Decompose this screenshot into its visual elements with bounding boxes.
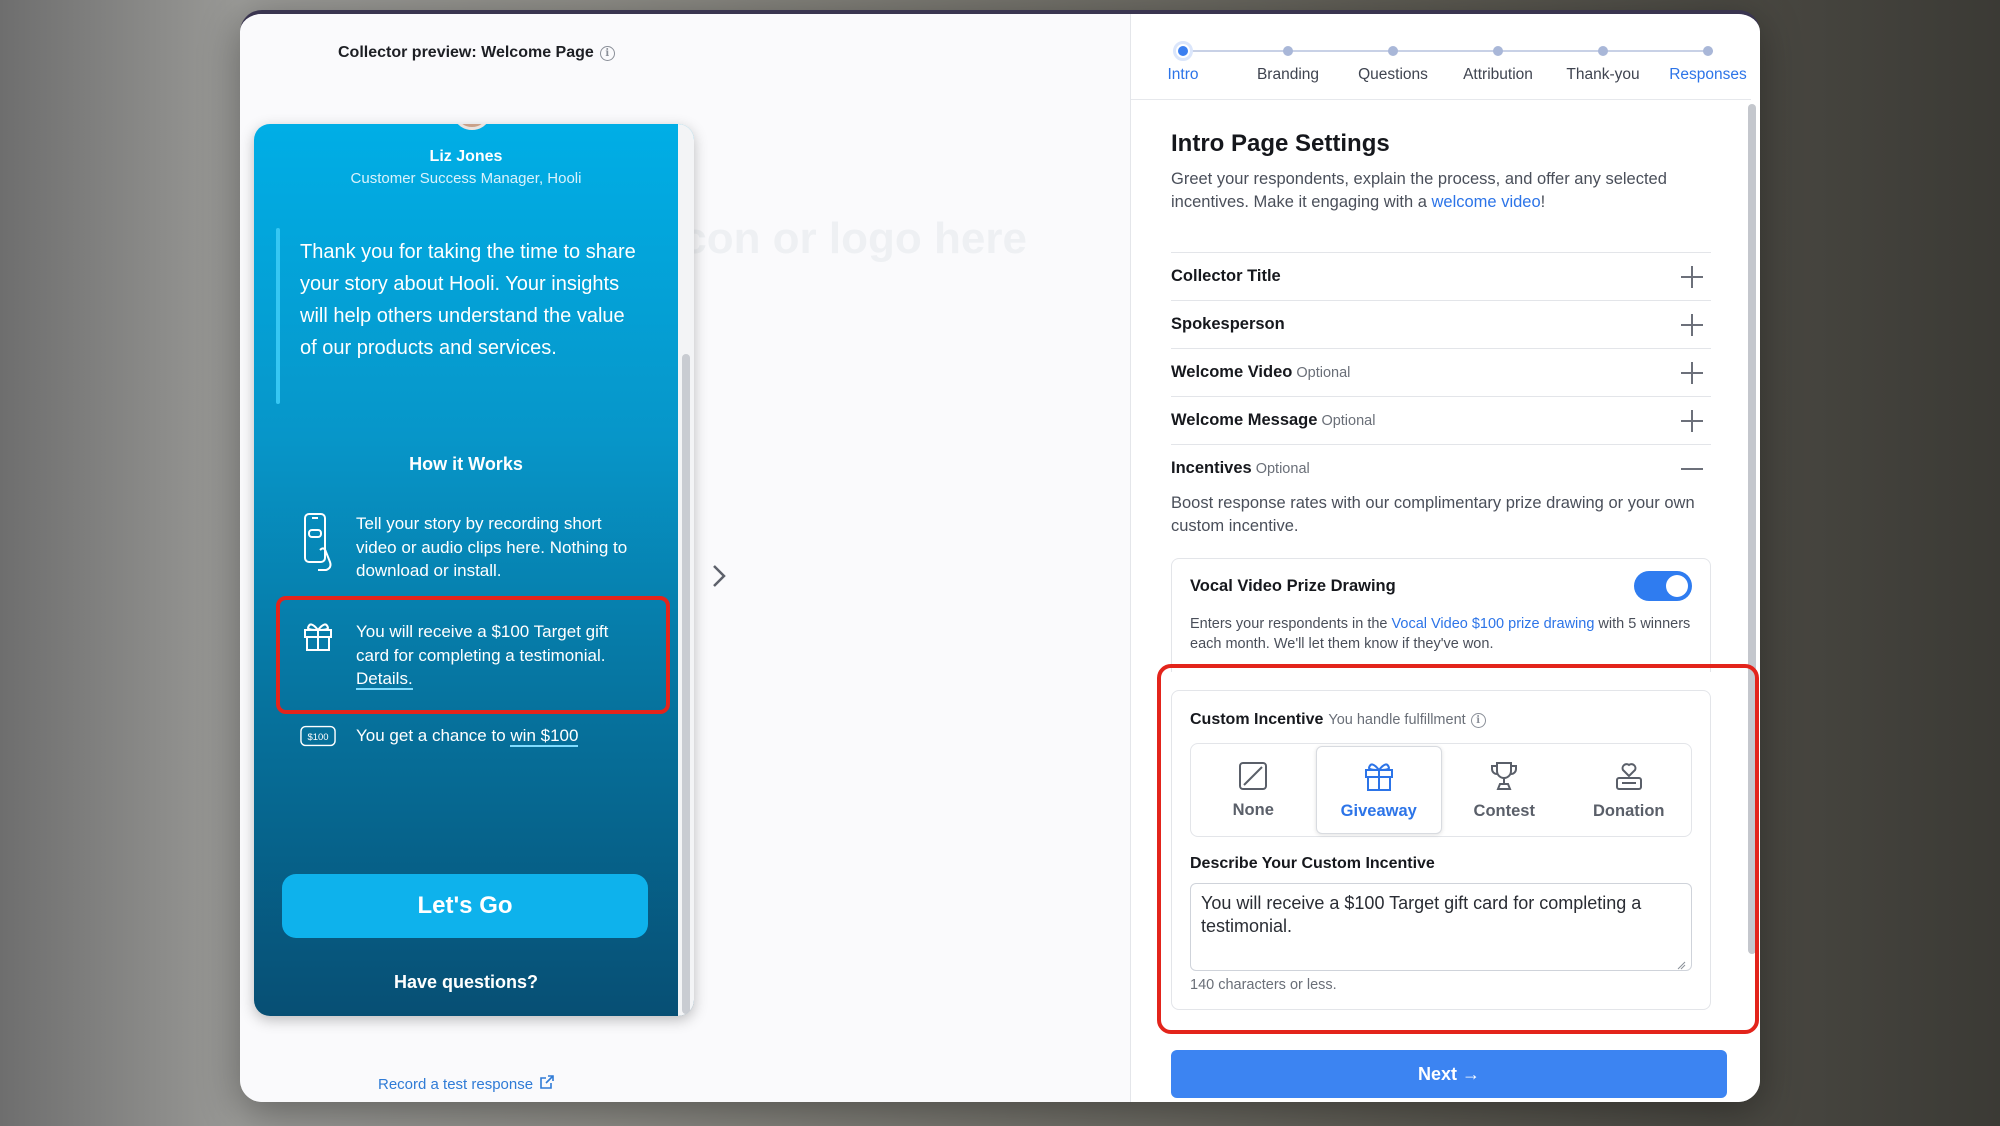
how-step-record-text: Tell your story by recording short video… <box>356 514 628 580</box>
external-link-icon <box>539 1074 555 1094</box>
money-badge-icon: $100 <box>300 725 336 747</box>
tab-branding[interactable]: Branding <box>1233 66 1343 84</box>
plus-icon[interactable] <box>1681 409 1703 432</box>
stepper-dot-intro[interactable] <box>1173 41 1193 61</box>
tab-attribution[interactable]: Attribution <box>1443 66 1553 84</box>
accordion-label-text: Welcome Message <box>1171 411 1318 429</box>
section-description: Greet your respondents, explain the proc… <box>1171 168 1711 214</box>
phone-preview: Liz Jones Customer Success Manager, Hool… <box>254 124 694 1016</box>
prize-text: You get a chance to <box>356 726 506 745</box>
how-step-prize-text: You get a chance to win $100 <box>356 724 579 748</box>
how-it-works-title: How it Works <box>409 454 523 474</box>
win-link[interactable]: win $100 <box>510 726 579 747</box>
stepper-line <box>1183 50 1713 52</box>
tab-responses[interactable]: Responses <box>1653 66 1760 84</box>
settings-pane: Intro Branding Questions Attribution Tha… <box>1130 14 1760 1102</box>
info-icon[interactable]: i <box>599 45 615 61</box>
prize-drawing-toggle[interactable] <box>1634 571 1692 601</box>
preview-title: Collector preview: Welcome Page i <box>338 44 615 62</box>
accordion-label-text: Incentives <box>1171 459 1252 477</box>
section-desc-end: ! <box>1540 193 1546 211</box>
accordion-spokesperson[interactable]: Spokesperson <box>1171 300 1711 348</box>
phone-scrollbar-thumb[interactable] <box>682 354 690 1014</box>
record-test-response-link[interactable]: Record a test response <box>378 1074 555 1094</box>
stepper-dot-attribution[interactable] <box>1493 46 1503 56</box>
accordion-label-text: Spokesperson <box>1171 315 1285 333</box>
prize-drawing-card: Vocal Video Prize Drawing Enters your re… <box>1171 558 1711 672</box>
avatar <box>452 124 492 130</box>
next-button[interactable]: Next → <box>1171 1050 1727 1098</box>
plus-icon[interactable] <box>1681 313 1703 336</box>
accordion-welcome-message[interactable]: Welcome Message Optional <box>1171 396 1711 444</box>
welcome-video-link[interactable]: welcome video <box>1432 193 1541 211</box>
money-badge-text: $100 <box>307 732 328 743</box>
plus-icon[interactable] <box>1681 265 1703 288</box>
accordion-label: Collector Title <box>1171 267 1281 286</box>
stepper-dot-responses[interactable] <box>1703 46 1713 56</box>
prize-drawing-description: Enters your respondents in the Vocal Vid… <box>1190 615 1700 654</box>
record-link-text: Record a test response <box>378 1075 534 1093</box>
accordion-incentives[interactable]: Incentives Optional <box>1171 444 1711 492</box>
minus-icon[interactable] <box>1681 458 1703 480</box>
have-questions-link[interactable]: Have questions? <box>254 972 678 993</box>
stepper-dot-thank-you[interactable] <box>1598 46 1608 56</box>
tab-questions[interactable]: Questions <box>1338 66 1448 84</box>
logo-placeholder: icon or logo here <box>670 214 1027 263</box>
preview-pane: Collector preview: Welcome Page i icon o… <box>240 14 1130 1102</box>
quote-bar <box>276 228 280 404</box>
lets-go-button[interactable]: Let's Go <box>282 874 648 938</box>
accordion-label-text: Welcome Video <box>1171 363 1293 381</box>
accordion-label: Incentives Optional <box>1171 459 1310 478</box>
optional-tag: Optional <box>1321 413 1376 429</box>
how-step-record: Tell your story by recording short video… <box>300 512 640 583</box>
page-title: Intro Page Settings <box>1171 130 1390 157</box>
wizard-stepper: Intro Branding Questions Attribution Tha… <box>1131 14 1751 100</box>
preview-title-text: Collector preview: Welcome Page <box>338 44 594 61</box>
accordion-label: Spokesperson <box>1171 315 1285 334</box>
section-desc-text: Greet your respondents, explain the proc… <box>1171 170 1667 211</box>
prize-desc-before: Enters your respondents in the <box>1190 616 1388 632</box>
welcome-message: Thank you for taking the time to share y… <box>300 241 636 359</box>
prize-drawing-title: Vocal Video Prize Drawing <box>1190 577 1396 595</box>
prize-drawing-link[interactable]: Vocal Video $100 prize drawing <box>1392 616 1595 632</box>
optional-tag: Optional <box>1255 461 1310 477</box>
tab-thank-you[interactable]: Thank-you <box>1548 66 1658 84</box>
how-step-prize: $100 You get a chance to win $100 <box>300 724 640 748</box>
phone-scrollbar[interactable] <box>678 124 694 1016</box>
optional-tag: Optional <box>1296 365 1351 381</box>
speaker-role: Customer Success Manager, Hooli <box>350 170 582 187</box>
accordion-label-text: Collector Title <box>1171 267 1281 285</box>
plus-icon[interactable] <box>1681 361 1703 384</box>
stepper-dot-questions[interactable] <box>1388 46 1398 56</box>
accordion-collector-title[interactable]: Collector Title <box>1171 252 1711 300</box>
accordion-welcome-video[interactable]: Welcome Video Optional <box>1171 348 1711 396</box>
accordion-label: Welcome Video Optional <box>1171 363 1350 382</box>
phone-record-icon <box>300 512 336 583</box>
tab-intro[interactable]: Intro <box>1128 66 1238 84</box>
app-window: Collector preview: Welcome Page i icon o… <box>240 10 1760 1102</box>
incentives-description: Boost response rates with our compliment… <box>1171 494 1695 535</box>
highlight-annotation <box>1157 664 1759 1034</box>
accordion-label: Welcome Message Optional <box>1171 411 1375 430</box>
highlight-annotation <box>276 596 670 714</box>
stepper-dot-branding[interactable] <box>1283 46 1293 56</box>
speaker-name: Liz Jones <box>429 148 503 165</box>
chevron-right-icon[interactable] <box>704 554 734 598</box>
